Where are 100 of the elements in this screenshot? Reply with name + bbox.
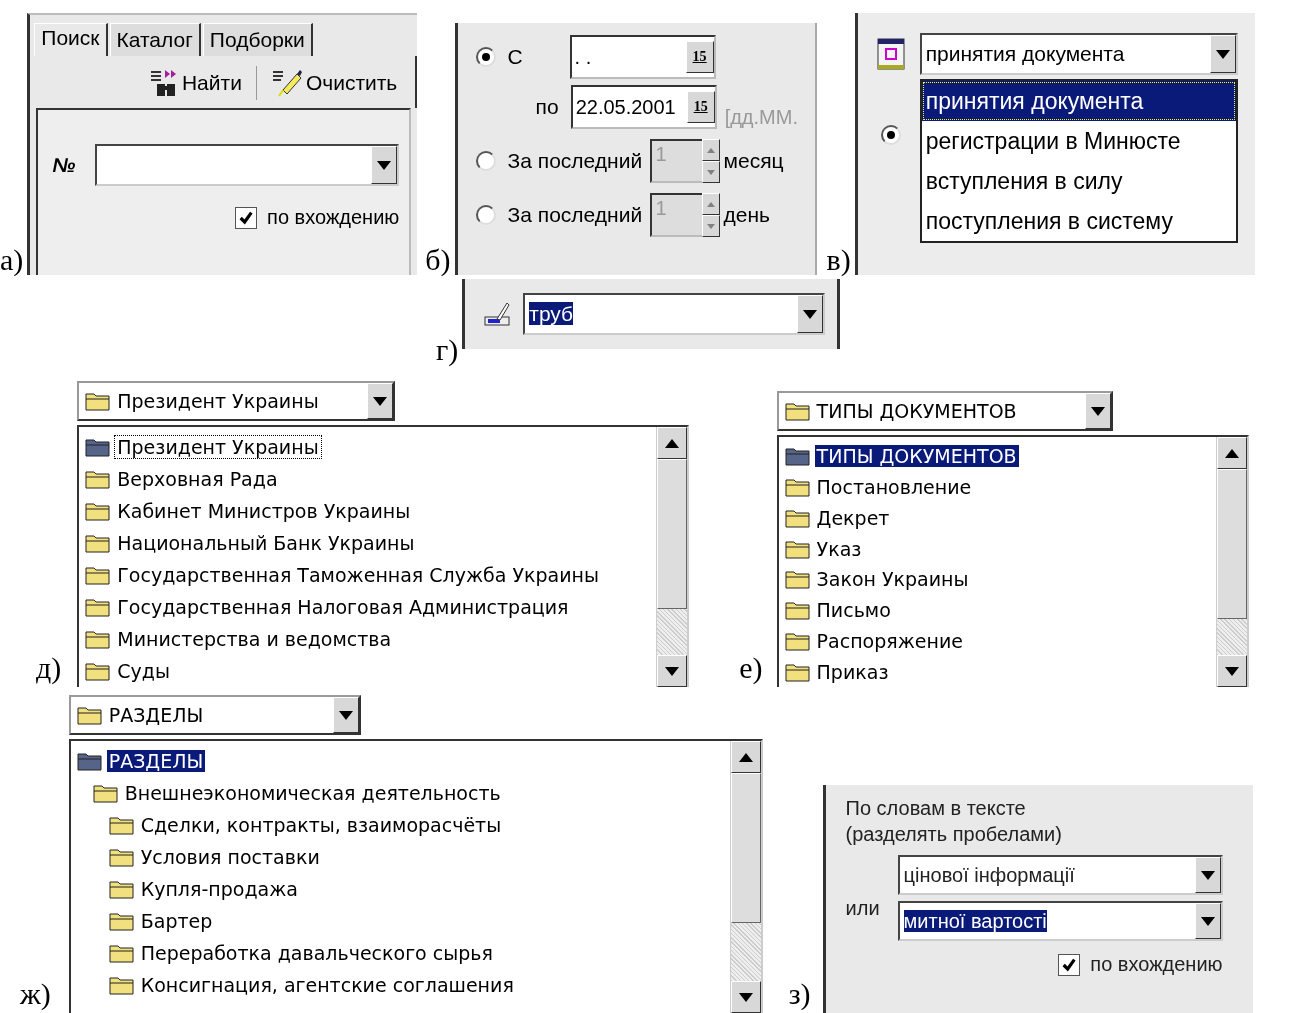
folder-icon — [108, 911, 135, 931]
folder-icon — [784, 401, 811, 421]
dropdown-option[interactable]: вступления в силу — [921, 161, 1236, 201]
tab[interactable]: Подборки — [202, 23, 313, 56]
tree-item[interactable]: Национальный Банк Украины — [115, 532, 417, 554]
tab[interactable]: Поиск — [34, 23, 108, 56]
folder-icon — [784, 661, 811, 682]
eraser-brush-icon — [270, 68, 303, 98]
field-value: принятия документа — [925, 42, 1125, 65]
checkbox[interactable] — [235, 206, 258, 229]
tree-item[interactable]: Декрет — [814, 506, 892, 529]
tree-item[interactable]: РАЗДЕЛЫ — [106, 750, 206, 772]
folder-icon — [784, 507, 811, 528]
folder-icon — [784, 446, 811, 467]
figure-label: в) — [826, 245, 852, 275]
checkbox[interactable] — [1058, 953, 1081, 976]
tree-item[interactable]: Государственная Таможенная Служба Украины — [115, 564, 602, 586]
folder-icon — [85, 597, 112, 617]
dropdown-field[interactable]: цінової інформації — [897, 855, 1223, 895]
tree-item[interactable]: Приказ — [814, 660, 891, 683]
unit-label: день — [723, 203, 771, 227]
checkbox-label: по вхождению — [1090, 953, 1223, 976]
folder-icon — [784, 600, 811, 621]
figure-label: д) — [36, 653, 63, 683]
dropdown-option[interactable]: регистрации в Минюсте — [921, 121, 1236, 161]
tree-item[interactable]: Указ — [814, 537, 864, 560]
tree-item[interactable]: Кабинет Министров Украины — [115, 500, 413, 522]
toolbar-button[interactable]: Найти — [148, 68, 242, 98]
tree-item[interactable]: Консигнация, агентские соглашения — [138, 974, 516, 996]
folder-icon — [85, 437, 112, 457]
tree-item[interactable]: Закон Украины — [814, 568, 971, 591]
panel-title: По словам в тексте (разделять пробелами) — [845, 796, 1063, 847]
tree-item[interactable]: Постановление — [814, 476, 974, 499]
dropdown-field[interactable]: митної вартості — [897, 901, 1223, 941]
tree-item[interactable]: Бартер — [138, 910, 215, 932]
radio-button[interactable] — [475, 47, 496, 67]
folder-icon — [92, 783, 119, 803]
calendar-button[interactable]: 15 — [686, 91, 715, 123]
folder-icon — [85, 391, 112, 411]
tab[interactable]: Каталог — [109, 23, 201, 56]
folder-dropdown[interactable]: РАЗДЕЛЫ — [68, 695, 361, 735]
scrollbar[interactable] — [1215, 437, 1247, 687]
dropdown-option[interactable]: принятия документа — [921, 81, 1236, 121]
figure-label: г) — [436, 335, 460, 365]
field-value: труб — [529, 302, 574, 325]
folder-icon — [108, 975, 135, 995]
number-label: № — [52, 153, 76, 177]
figure-label: а) — [0, 245, 25, 275]
dropdown-option[interactable]: поступления в систему — [921, 201, 1236, 241]
dropdown-field[interactable] — [95, 144, 400, 186]
figure-label: ж) — [20, 979, 52, 1009]
figure-label: б) — [425, 245, 452, 275]
figure-label: з) — [788, 979, 812, 1009]
to-label: по — [535, 95, 559, 119]
or-label: или — [845, 895, 881, 920]
folder-icon — [108, 879, 135, 899]
date-field[interactable]: . . 15 — [569, 35, 716, 79]
field-value: цінової інформації — [903, 863, 1075, 886]
dropdown-field[interactable]: труб — [523, 293, 826, 335]
folder-icon — [85, 469, 112, 489]
dropdown-field[interactable]: принятия документа — [919, 33, 1238, 75]
folder-icon — [108, 815, 135, 835]
from-label: С — [507, 45, 524, 69]
radio-button[interactable] — [880, 125, 901, 145]
folder-icon — [784, 477, 811, 498]
folder-icon — [784, 569, 811, 590]
folder-icon — [108, 847, 135, 867]
scrollbar[interactable] — [729, 741, 761, 1013]
tree-item[interactable]: Сделки, контракты, взаиморасчёты — [138, 814, 504, 836]
tree-item[interactable]: Суды — [115, 660, 172, 682]
folder-icon — [85, 565, 112, 585]
folder-icon — [85, 533, 112, 553]
field-value: митної вартості — [903, 909, 1047, 932]
tree-item[interactable]: Президент Украины — [115, 436, 321, 458]
tree-item[interactable]: Верховная Рада — [115, 468, 280, 490]
folder-icon — [784, 538, 811, 559]
tree-item[interactable]: ТИПЫ ДОКУМЕНТОВ — [814, 445, 1019, 468]
figure-label: е) — [739, 653, 764, 683]
calendar-button[interactable]: 15 — [685, 41, 714, 73]
folder-icon — [784, 630, 811, 651]
tree-item[interactable]: Условия поставки — [138, 846, 322, 868]
tree-item[interactable]: Купля-продажа — [138, 878, 300, 900]
unit-label: месяц — [723, 149, 784, 173]
tree-item[interactable]: Министерства и ведомства — [115, 628, 394, 650]
folder-dropdown[interactable]: ТИПЫ ДОКУМЕНТОВ — [776, 391, 1113, 431]
folder-icon — [108, 943, 135, 963]
date-field[interactable]: 22.05.2001 15 — [570, 85, 717, 129]
scrollbar[interactable] — [656, 427, 688, 687]
tree-item[interactable]: Переработка давальческого сырья — [138, 942, 495, 964]
folder-icon — [76, 705, 103, 725]
folder-dropdown[interactable]: Президент Украины — [77, 381, 396, 421]
checkbox-label: по вхождению — [267, 206, 400, 229]
tree-item[interactable]: Государственная Налоговая Администрация — [115, 596, 571, 618]
tree-item[interactable]: Распоряжение — [814, 629, 965, 652]
format-hint: [дд.ММ. — [724, 106, 798, 129]
tree-item[interactable]: Внешнеэкономическая деятельность — [122, 782, 503, 804]
folder-icon — [85, 661, 112, 681]
folder-icon — [85, 501, 112, 521]
tree-item[interactable]: Письмо — [814, 599, 893, 622]
toolbar-button[interactable]: Очистить — [270, 68, 398, 98]
